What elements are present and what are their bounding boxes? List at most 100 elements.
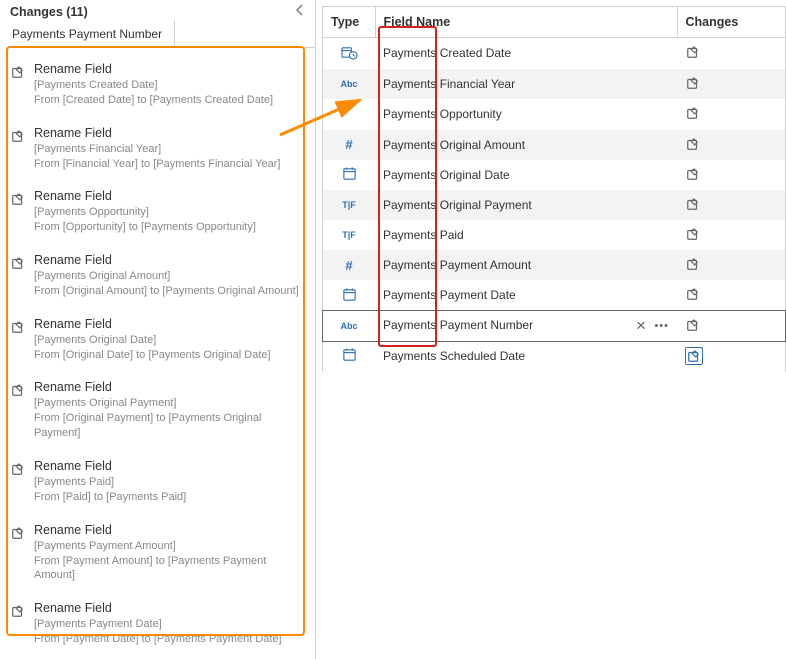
field-name-cell[interactable]: Payments Financial Year xyxy=(375,69,677,99)
changes-count-title: Changes (11) xyxy=(10,5,88,19)
rename-icon xyxy=(10,603,26,619)
col-header-type[interactable]: Type xyxy=(323,7,375,38)
collapse-panel-button[interactable] xyxy=(295,4,305,19)
change-title: Rename Field xyxy=(34,523,305,537)
string-type-icon: Abc xyxy=(340,318,358,334)
clear-icon[interactable]: ✕ xyxy=(636,318,647,334)
change-item[interactable]: Rename Field [Payments Original Amount] … xyxy=(8,245,307,309)
rename-icon xyxy=(10,382,26,398)
change-detail: From [Payment Amount] to [Payments Payme… xyxy=(34,554,305,584)
table-row[interactable]: Payments Created Date xyxy=(323,38,785,69)
changes-indicator[interactable] xyxy=(685,317,701,333)
field-name-cell[interactable]: Payments Created Date xyxy=(375,38,677,69)
more-icon[interactable]: ••• xyxy=(654,320,669,332)
change-item[interactable]: Rename Field [Payments Created Date] Fro… xyxy=(8,54,307,118)
change-item[interactable]: Rename Field [Payments Opportunity] From… xyxy=(8,181,307,245)
change-item[interactable]: Rename Field [Payments Original Date] Fr… xyxy=(8,309,307,373)
change-detail: From [Original Date] to [Payments Origin… xyxy=(34,348,305,363)
field-name-cell[interactable]: Payments Original Date xyxy=(375,160,677,191)
table-row[interactable]: # Payments Original Amount xyxy=(323,130,785,160)
change-subtitle: [Payments Opportunity] xyxy=(34,205,305,220)
edit-icon[interactable] xyxy=(686,167,700,181)
edit-icon[interactable] xyxy=(686,197,700,211)
changes-indicator[interactable] xyxy=(685,226,701,242)
rename-icon xyxy=(10,525,26,541)
edit-icon[interactable] xyxy=(686,227,700,241)
changes-indicator[interactable] xyxy=(685,347,703,365)
change-detail: From [Opportunity] to [Payments Opportun… xyxy=(34,220,305,235)
field-name-cell[interactable]: Payments Payment Amount xyxy=(375,250,677,280)
change-title: Rename Field xyxy=(34,459,305,473)
changes-indicator[interactable] xyxy=(685,105,701,121)
edit-icon[interactable] xyxy=(686,137,700,151)
change-item[interactable]: Rename Field [Payments Payment Amount] F… xyxy=(8,515,307,594)
col-header-field-name[interactable]: Field Name xyxy=(375,7,677,38)
table-row[interactable]: Abc Payments Payment Number ✕ ••• xyxy=(323,311,785,341)
field-name-cell[interactable]: Payments Scheduled Date xyxy=(375,341,677,372)
table-row[interactable]: Payments Payment Date xyxy=(323,280,785,311)
change-subtitle: [Payments Payment Date] xyxy=(34,617,305,632)
changes-indicator[interactable] xyxy=(685,75,701,91)
col-header-changes[interactable]: Changes xyxy=(677,7,785,38)
change-title: Rename Field xyxy=(34,317,305,331)
table-row[interactable]: Payments Scheduled Date xyxy=(323,341,785,372)
change-item[interactable]: Rename Field [Payments Financial Year] F… xyxy=(8,118,307,182)
field-name-text: Payments Original Payment xyxy=(383,198,532,212)
edit-icon[interactable] xyxy=(686,257,700,271)
tab-payment-number[interactable]: Payments Payment Number xyxy=(0,21,175,48)
table-row[interactable]: T|F Payments Paid xyxy=(323,220,785,250)
fields-panel: Type Field Name Changes Payments Created… xyxy=(316,0,786,659)
change-item[interactable]: Rename Field [Payments Original Payment]… xyxy=(8,372,307,451)
table-row[interactable]: Payments Opportunity xyxy=(323,99,785,130)
edit-icon[interactable] xyxy=(686,76,700,90)
change-title: Rename Field xyxy=(34,380,305,394)
rename-icon xyxy=(10,64,26,80)
field-name-text: Payments Payment Date xyxy=(383,288,516,302)
datetime-type-icon xyxy=(340,44,358,60)
changes-indicator[interactable] xyxy=(685,166,701,182)
change-title: Rename Field xyxy=(34,253,305,267)
edit-icon[interactable] xyxy=(686,106,700,120)
changes-indicator[interactable] xyxy=(685,136,701,152)
field-name-cell[interactable]: Payments Original Amount xyxy=(375,130,677,160)
table-row[interactable]: # Payments Payment Amount xyxy=(323,250,785,280)
change-subtitle: [Payments Financial Year] xyxy=(34,142,305,157)
boolean-type-icon: T|F xyxy=(340,227,358,243)
change-detail: From [Payment Date] to [Payments Payment… xyxy=(34,632,305,647)
number-type-icon: # xyxy=(340,257,358,273)
changes-indicator[interactable] xyxy=(685,44,701,60)
change-subtitle: [Payments Original Payment] xyxy=(34,396,305,411)
changes-list: Rename Field [Payments Created Date] Fro… xyxy=(0,48,315,659)
change-subtitle: [Payments Created Date] xyxy=(34,78,305,93)
changes-indicator[interactable] xyxy=(685,256,701,272)
change-detail: From [Original Payment] to [Payments Ori… xyxy=(34,411,305,441)
edit-icon[interactable] xyxy=(686,287,700,301)
number-type-icon: # xyxy=(340,137,358,153)
change-title: Rename Field xyxy=(34,126,305,140)
field-name-text: Payments Financial Year xyxy=(383,77,515,91)
field-name-cell[interactable]: Payments Opportunity xyxy=(375,99,677,130)
field-name-text: Payments Created Date xyxy=(383,46,511,60)
boolean-type-icon: T|F xyxy=(340,197,358,213)
field-name-cell[interactable]: Payments Paid xyxy=(375,220,677,250)
field-name-cell[interactable]: Payments Original Payment xyxy=(375,190,677,220)
edit-icon[interactable] xyxy=(686,45,700,59)
changes-panel: Changes (11) Payments Payment Number Ren… xyxy=(0,0,316,659)
changes-indicator[interactable] xyxy=(685,196,701,212)
edit-icon[interactable] xyxy=(686,318,700,332)
field-name-cell[interactable]: Payments Payment Number ✕ ••• xyxy=(375,311,677,341)
edit-icon[interactable] xyxy=(687,349,701,363)
change-item[interactable]: Rename Field [Payments Paid] From [Paid]… xyxy=(8,451,307,515)
field-name-text: Payments Payment Number xyxy=(383,318,533,332)
change-item[interactable]: Rename Field [Payments Payment Date] Fro… xyxy=(8,593,307,657)
field-name-text: Payments Original Date xyxy=(383,168,510,182)
table-row[interactable]: T|F Payments Original Payment xyxy=(323,190,785,220)
table-row[interactable]: Payments Original Date xyxy=(323,160,785,191)
table-row[interactable]: AbcPayments Financial Year xyxy=(323,69,785,99)
rename-icon xyxy=(10,191,26,207)
change-detail: From [Paid] to [Payments Paid] xyxy=(34,490,305,505)
changes-indicator[interactable] xyxy=(685,286,701,302)
date-type-icon xyxy=(340,286,358,302)
date-icon xyxy=(342,347,357,362)
field-name-cell[interactable]: Payments Payment Date xyxy=(375,280,677,311)
